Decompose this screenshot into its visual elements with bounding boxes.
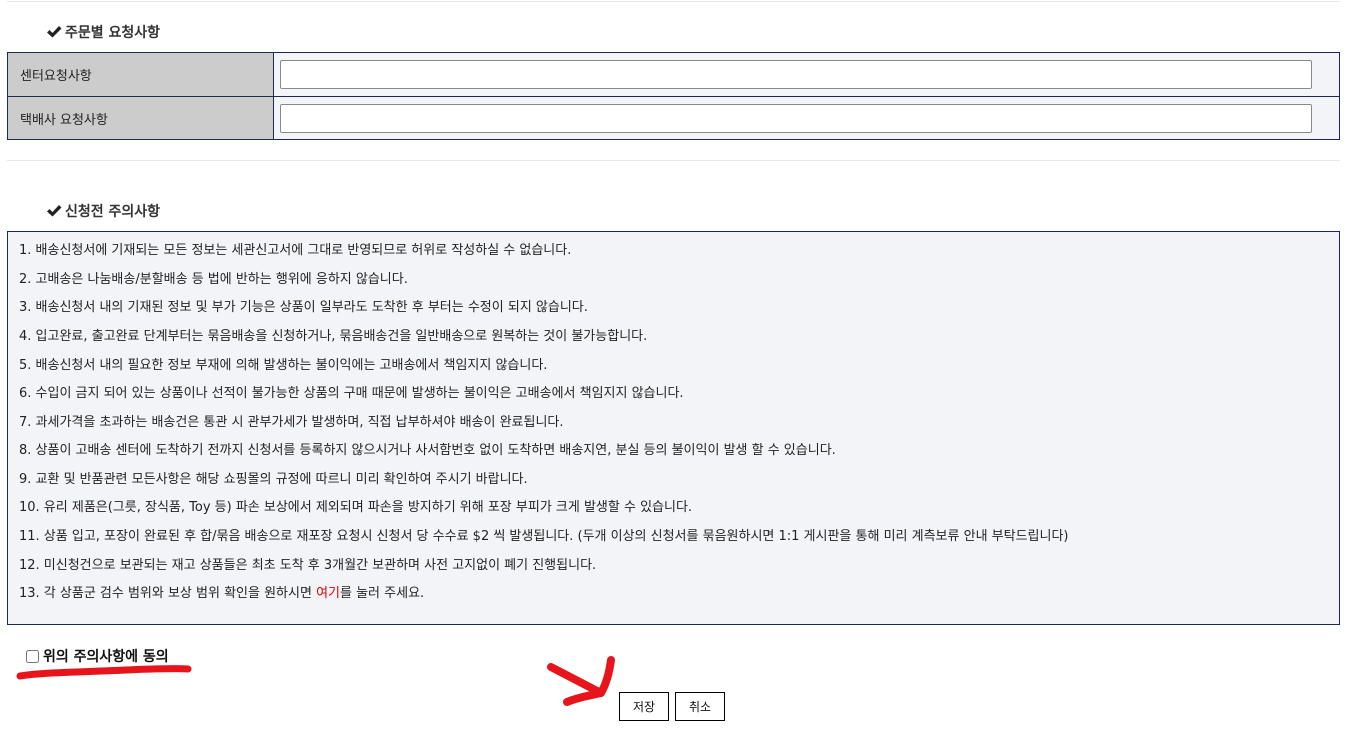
notice-item: 10. 유리 제품은(그릇, 장식품, Toy 등) 파손 보상에서 제외되며 …	[19, 500, 693, 515]
notice-item: 1. 배송신청서에 기재되는 모든 정보는 세관신고서에 그대로 반영되므로 허…	[19, 243, 572, 258]
inspection-scope-link[interactable]: 여기	[316, 586, 340, 601]
center-request-input[interactable]	[280, 60, 1312, 89]
save-button[interactable]: 저장	[619, 692, 669, 721]
notice-item-13: 13. 각 상품군 검수 범위와 보상 범위 확인을 원하시면 여기를 눌러 주…	[19, 584, 424, 604]
cancel-button[interactable]: 취소	[675, 692, 725, 721]
notice-item: 7. 과세가격을 초과하는 배송건은 통관 시 관부가세가 발생하며, 직접 납…	[19, 415, 564, 430]
notice-item: 6. 수입이 금지 되어 있는 상품이나 선적이 불가능한 상품의 구매 때문에…	[19, 386, 684, 401]
order-requests-title: 주문별 요청사항	[46, 22, 160, 42]
notice-title: 신청전 주의사항	[46, 201, 160, 221]
notice-item: 4. 입고완료, 출고완료 단계부터는 묶음배송을 신청하거나, 묶음배송건을 …	[19, 329, 648, 344]
red-arrow-annotation	[547, 656, 615, 706]
notice-item: 2. 고배송은 나눔배송/분할배송 등 법에 반하는 행위에 응하지 않습니다.	[19, 272, 408, 287]
request-row-courier: 택배사 요청사항	[8, 97, 1339, 139]
courier-request-label: 택배사 요청사항	[8, 97, 274, 139]
notice-item: 9. 교환 및 반품관련 모든사항은 해당 쇼핑몰의 규정에 따르니 미리 확인…	[19, 472, 528, 487]
notice-item-13-after: 를 눌러 주세요.	[340, 586, 425, 601]
order-requests-title-text: 주문별 요청사항	[65, 25, 161, 41]
order-requests-table: 센터요청사항 택배사 요청사항	[7, 52, 1340, 140]
notice-item: 12. 미신청건으로 보관되는 재고 상품들은 최초 도착 후 3개월간 보관하…	[19, 558, 597, 573]
notice-item: 8. 상품이 고배송 센터에 도착하기 전까지 신청서를 등록하지 않으시거나 …	[19, 443, 836, 458]
notice-item: 3. 배송신청서 내의 기재된 정보 및 부가 기능은 상품이 일부라도 도착한…	[19, 300, 588, 315]
check-mark-icon	[47, 26, 62, 38]
center-request-label: 센터요청사항	[8, 53, 274, 96]
notice-item: 5. 배송신청서 내의 필요한 정보 부재에 의해 발생하는 불이익에는 고배송…	[19, 358, 548, 373]
middle-divider	[7, 160, 1340, 161]
courier-request-input[interactable]	[280, 104, 1312, 133]
notice-item: 11. 상품 입고, 포장이 완료된 후 합/묶음 배송으로 재포장 요청시 신…	[19, 529, 1069, 544]
red-underline-annotation	[16, 665, 192, 680]
notice-box: 1. 배송신청서에 기재되는 모든 정보는 세관신고서에 그대로 반영되므로 허…	[7, 231, 1340, 625]
request-row-center: 센터요청사항	[8, 53, 1339, 97]
top-divider	[7, 1, 1340, 2]
notice-item-13-before: 13. 각 상품군 검수 범위와 보상 범위 확인을 원하시면	[19, 586, 317, 601]
notice-title-text: 신청전 주의사항	[65, 204, 161, 220]
check-mark-icon	[47, 205, 62, 217]
